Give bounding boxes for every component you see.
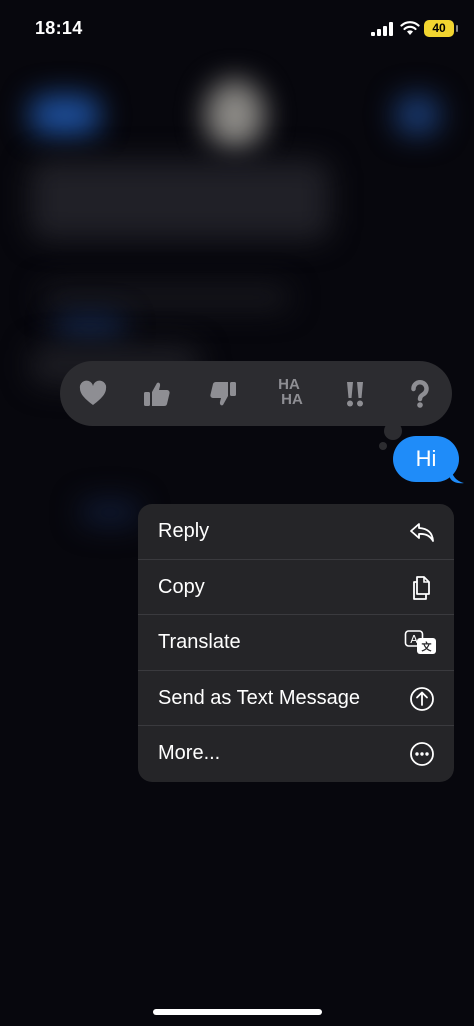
menu-item-label: More... [158, 742, 221, 765]
menu-item-reply[interactable]: Reply [138, 504, 454, 560]
haha-bottom: HA [281, 391, 303, 408]
menu-item-translate[interactable]: Translate A 文 [138, 615, 454, 671]
battery-level: 40 [432, 21, 446, 35]
thumbs-up-icon[interactable] [142, 379, 172, 409]
heart-icon[interactable] [78, 379, 108, 409]
menu-item-label: Translate [158, 631, 241, 654]
copy-icon [413, 575, 430, 600]
menu-item-label: Copy [158, 575, 205, 598]
thumbs-down-icon[interactable] [208, 379, 238, 409]
haha-top: HA [278, 376, 300, 393]
message-context-menu: Reply Copy Translate A 文 Send as Text Me… [138, 504, 454, 782]
svg-text:文: 文 [422, 641, 433, 654]
wifi-icon [400, 21, 420, 35]
tapback-bar: HA HA [60, 361, 452, 426]
haha-icon[interactable]: HA HA [273, 377, 305, 411]
arrow-up-circle-icon [410, 686, 434, 711]
status-bar: 18:14 40 [0, 0, 474, 58]
message-text: Hi [415, 446, 437, 471]
battery-icon: 40 [424, 20, 458, 37]
translate-icon: A 文 [404, 630, 436, 655]
menu-item-label: Send as Text Message [158, 686, 360, 709]
menu-item-copy[interactable]: Copy [138, 560, 454, 616]
menu-item-label: Reply [158, 520, 210, 542]
exclamation-icon[interactable] [340, 379, 370, 409]
status-time: 18:14 [35, 18, 83, 38]
tapback-tail-small [379, 442, 387, 450]
tapback-tail [384, 422, 402, 440]
bubble-tail [450, 466, 464, 484]
menu-item-send-as-text[interactable]: Send as Text Message [138, 671, 454, 727]
menu-item-more[interactable]: More... [138, 726, 454, 782]
home-indicator[interactable] [153, 1009, 322, 1015]
ellipsis-circle-icon [410, 742, 434, 767]
reply-icon [410, 523, 434, 542]
question-icon[interactable] [405, 379, 435, 409]
cellular-signal-icon [371, 22, 393, 36]
